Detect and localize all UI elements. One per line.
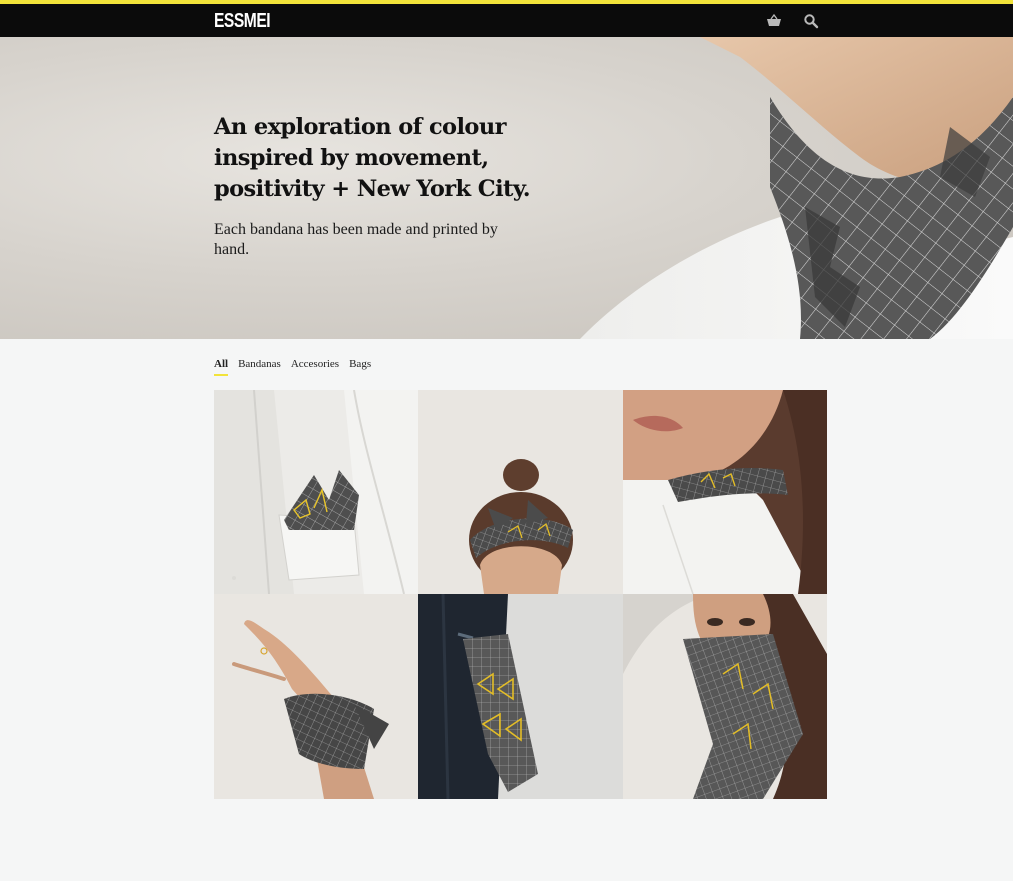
face-mask-photo	[623, 594, 827, 799]
top-nav-bar: ESSMEI	[0, 4, 1013, 37]
headband-photo	[418, 390, 623, 594]
hero-subtitle: Each bandana has been made and printed b…	[214, 221, 498, 258]
product-tile-back-pocket[interactable]	[418, 594, 623, 799]
logo[interactable]: ESSMEI	[214, 11, 271, 31]
filter-bags[interactable]: Bags	[349, 358, 371, 376]
neckerchief-photo	[623, 390, 827, 594]
filter-accesories[interactable]: Accesories	[291, 358, 339, 376]
product-tile-face-mask[interactable]	[623, 594, 827, 799]
filter-bandanas[interactable]: Bandanas	[238, 358, 281, 376]
product-tile-headband[interactable]	[418, 390, 623, 594]
product-tile-wrist-tie[interactable]	[214, 594, 418, 799]
back-pocket-photo	[418, 594, 623, 799]
hero-banner: An exploration of colour inspired by mov…	[0, 37, 1013, 339]
wrist-tie-photo	[214, 594, 418, 799]
category-filter-tabs: All Bandanas Accesories Bags	[214, 358, 371, 376]
hero-title: An exploration of colour inspired by mov…	[214, 114, 531, 202]
search-icon[interactable]	[803, 13, 819, 29]
product-tile-pocket-square[interactable]	[214, 390, 418, 594]
product-grid	[214, 390, 827, 799]
basket-icon[interactable]	[766, 13, 782, 29]
product-tile-neckerchief[interactable]	[623, 390, 827, 594]
pocket-square-photo	[214, 390, 418, 594]
filter-all[interactable]: All	[214, 358, 229, 376]
